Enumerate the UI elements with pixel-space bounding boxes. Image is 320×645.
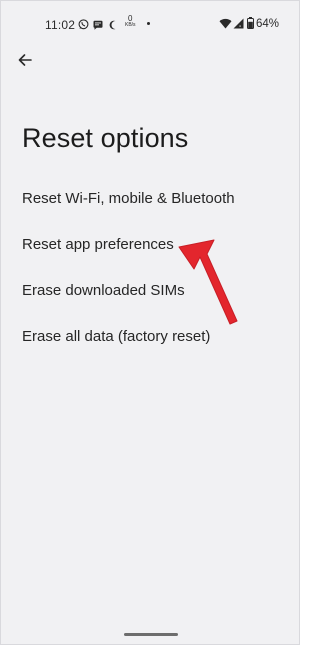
battery-percent: 64% xyxy=(256,18,280,30)
home-indicator[interactable] xyxy=(124,633,178,636)
whatsapp-icon xyxy=(78,17,89,35)
option-reset-app-preferences[interactable]: Reset app preferences xyxy=(1,225,299,263)
wifi-icon xyxy=(219,16,232,34)
red-arrow-annotation xyxy=(171,221,241,331)
status-bar: 11:02 0 KB/s 64% xyxy=(1,1,299,45)
page-title: Reset options xyxy=(22,123,189,153)
status-time: 11:02 xyxy=(45,18,76,32)
notification-dot xyxy=(147,22,150,25)
option-reset-network[interactable]: Reset Wi-Fi, mobile & Bluetooth xyxy=(1,179,299,217)
option-erase-downloaded-sims[interactable]: Erase downloaded SIMs xyxy=(1,271,299,309)
option-label: Reset Wi-Fi, mobile & Bluetooth xyxy=(22,189,235,207)
message-icon xyxy=(93,17,103,35)
moon-icon xyxy=(109,17,118,35)
option-label: Reset app preferences xyxy=(22,235,174,253)
network-speed-unit: KB/s xyxy=(125,22,136,28)
option-factory-reset[interactable]: Erase all data (factory reset) xyxy=(1,317,299,355)
battery-icon xyxy=(247,16,254,34)
signal-icon xyxy=(233,16,244,34)
network-speed: 0 KB/s xyxy=(125,15,136,29)
back-button[interactable] xyxy=(13,51,37,73)
arrow-left-icon xyxy=(18,53,32,71)
phone-screen: 11:02 0 KB/s 64% Reset options Reset Wi-… xyxy=(0,0,300,645)
option-label: Erase downloaded SIMs xyxy=(22,281,185,299)
